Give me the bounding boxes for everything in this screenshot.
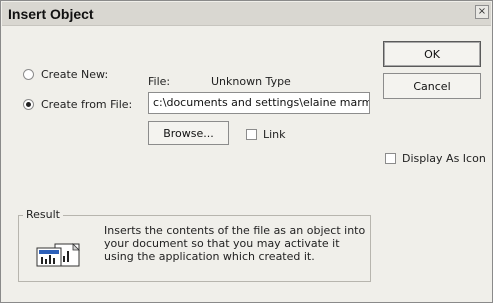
insert-object-dialog: Insert Object × Create New: Create from … xyxy=(0,0,493,303)
result-legend: Result xyxy=(23,208,63,221)
close-button[interactable]: × xyxy=(475,5,489,19)
file-label: File: xyxy=(148,75,171,88)
create-new-radio[interactable] xyxy=(23,69,34,80)
create-from-file-radio[interactable] xyxy=(23,99,34,110)
title-bar[interactable]: Insert Object × xyxy=(2,2,491,26)
link-label: Link xyxy=(263,128,286,141)
file-object-icon xyxy=(36,243,80,267)
browse-button-label: Browse... xyxy=(163,126,214,140)
create-new-option[interactable]: Create New: xyxy=(23,68,108,81)
dialog-title: Insert Object xyxy=(8,6,94,22)
link-checkbox[interactable] xyxy=(246,129,257,140)
display-as-icon-label: Display As Icon xyxy=(402,152,486,165)
display-as-icon-checkbox[interactable] xyxy=(385,153,396,164)
ok-button[interactable]: OK xyxy=(383,41,481,67)
ok-button-label: OK xyxy=(424,47,440,61)
browse-button[interactable]: Browse... xyxy=(148,121,229,145)
create-from-file-option[interactable]: Create from File: xyxy=(23,98,132,111)
file-type-label: Unknown Type xyxy=(211,75,291,88)
create-new-label: Create New: xyxy=(41,68,109,81)
cancel-button[interactable]: Cancel xyxy=(383,73,481,99)
close-icon: × xyxy=(477,6,487,17)
result-description: Inserts the contents of the file as an o… xyxy=(104,224,366,263)
create-from-file-label: Create from File: xyxy=(41,98,133,111)
cancel-button-label: Cancel xyxy=(413,79,451,93)
file-path-input[interactable]: c:\documents and settings\elaine marm xyxy=(148,92,370,114)
result-group: Result Inserts the contents of the file … xyxy=(18,208,371,282)
